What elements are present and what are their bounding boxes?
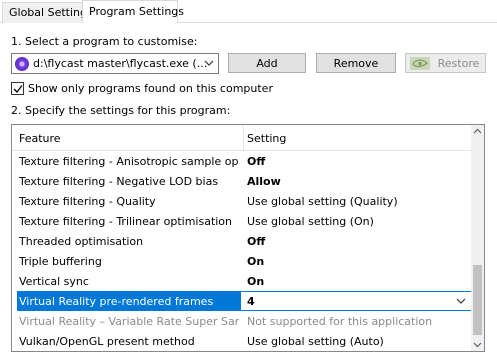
column-separator[interactable]: [243, 125, 244, 151]
table-row[interactable]: Threaded optimisation Off: [12, 231, 472, 251]
checkmark-icon: [13, 85, 23, 93]
step2-label: 2. Specify the settings for this program…: [11, 104, 231, 117]
tab-strip: Global Settings Program Settings: [0, 0, 497, 23]
table-row[interactable]: Triple buffering On: [12, 251, 472, 271]
scroll-up-arrow-icon[interactable]: [471, 125, 484, 138]
add-button[interactable]: Add: [228, 53, 306, 73]
remove-button[interactable]: Remove: [316, 53, 396, 73]
feature-name: Vertical sync: [19, 275, 89, 288]
setting-value: Use global setting (Auto): [247, 335, 384, 348]
program-select[interactable]: d:\flycast master\flycast.exe (...: [11, 53, 219, 74]
scroll-down-arrow-icon[interactable]: [471, 338, 484, 351]
setting-value: Use global setting (On): [247, 215, 374, 228]
feature-name: Vulkan/OpenGL present method: [19, 335, 195, 348]
feature-name: Texture filtering - Quality: [19, 195, 156, 208]
feature-name: Triple buffering: [19, 255, 102, 268]
setting-value: Not supported for this application: [247, 315, 433, 328]
tab-global-settings[interactable]: Global Settings: [2, 2, 93, 23]
setting-value: Use global setting (Quality): [247, 195, 398, 208]
feature-name: Threaded optimisation: [19, 235, 144, 248]
table-row[interactable]: Texture filtering - Anisotropic sample o…: [12, 151, 472, 171]
setting-value: Off: [247, 155, 266, 168]
setting-value: 4: [247, 295, 255, 308]
grid-header: Feature Setting: [12, 125, 472, 151]
setting-value: Off: [247, 235, 266, 248]
tab-program-settings[interactable]: Program Settings: [82, 0, 184, 23]
feature-name: Texture filtering - Trilinear optimisati…: [19, 215, 233, 228]
table-row[interactable]: Vulkan/OpenGL present method Use global …: [12, 331, 472, 351]
step1-label: 1. Select a program to customise:: [11, 35, 198, 48]
settings-grid: Feature Setting Texture filtering - Anis…: [11, 124, 485, 352]
program-select-value: d:\flycast master\flycast.exe (...: [33, 57, 208, 70]
table-row[interactable]: Texture filtering - Quality Use global s…: [12, 191, 472, 211]
show-only-found-checkbox[interactable]: [11, 82, 24, 95]
feature-name: Texture filtering - Anisotropic sample o…: [19, 155, 239, 168]
setting-value: Allow: [247, 175, 281, 188]
feature-name: Virtual Reality – Variable Rate Super Sa…: [19, 315, 239, 328]
scrollbar-thumb[interactable]: [473, 265, 482, 335]
vertical-scrollbar[interactable]: [471, 125, 484, 351]
show-only-found-label[interactable]: Show only programs found on this compute…: [28, 82, 273, 95]
feature-name: Texture filtering - Negative LOD bias: [19, 175, 219, 188]
column-header-feature[interactable]: Feature: [19, 132, 61, 145]
table-row-selected[interactable]: Virtual Reality pre-rendered frames 4: [12, 291, 472, 311]
column-header-setting[interactable]: Setting: [247, 132, 286, 145]
chevron-down-icon: [204, 60, 214, 66]
table-row[interactable]: Vertical sync On: [12, 271, 472, 291]
table-row[interactable]: Texture filtering - Negative LOD bias Al…: [12, 171, 472, 191]
chevron-down-icon[interactable]: [455, 295, 467, 307]
nvidia-logo-icon: [410, 57, 430, 70]
flycast-app-icon: [15, 57, 29, 71]
table-row[interactable]: Virtual Reality – Variable Rate Super Sa…: [12, 311, 472, 331]
setting-dropdown[interactable]: [240, 291, 472, 311]
feature-name: Virtual Reality pre-rendered frames: [19, 295, 214, 308]
setting-value: On: [247, 255, 265, 268]
table-row[interactable]: Texture filtering - Trilinear optimisati…: [12, 211, 472, 231]
setting-value: On: [247, 275, 265, 288]
